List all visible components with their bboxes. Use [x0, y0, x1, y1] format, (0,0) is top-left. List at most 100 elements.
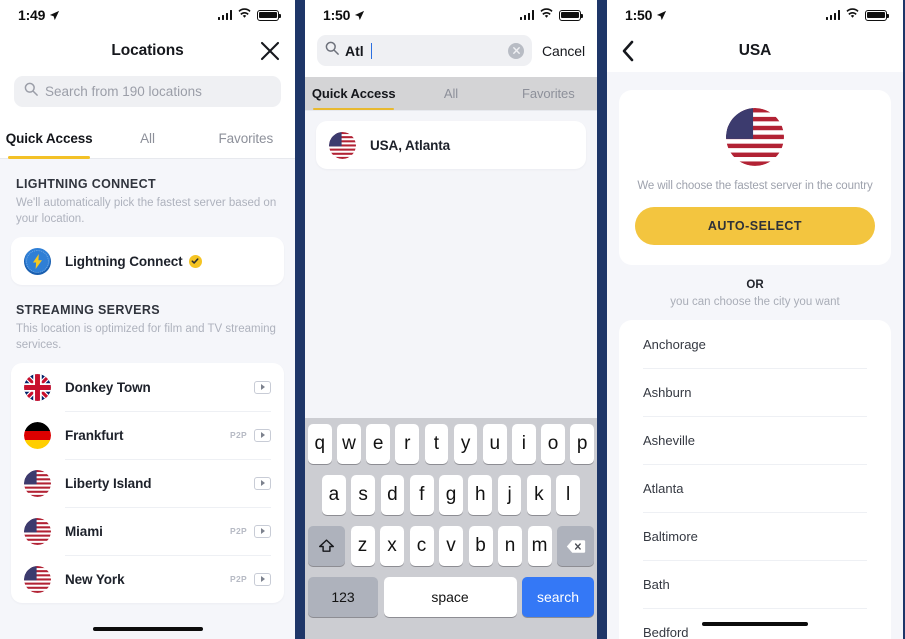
flag-us-icon: [24, 469, 51, 497]
list-item-city[interactable]: Asheville: [619, 416, 891, 464]
cellular-signal-icon: [519, 10, 534, 20]
battery-icon: [559, 9, 583, 21]
list-item-city[interactable]: Baltimore: [619, 512, 891, 560]
key-search[interactable]: search: [522, 577, 594, 617]
battery-icon: [257, 9, 281, 21]
panel-divider: [597, 0, 607, 639]
key-s[interactable]: s: [351, 475, 376, 515]
key-w[interactable]: w: [337, 424, 361, 464]
status-time: 1:49: [18, 7, 46, 23]
list-item-label: USA, Atlanta: [370, 137, 451, 153]
auto-select-button[interactable]: AUTO-SELECT: [635, 207, 875, 245]
search-bar-left[interactable]: [14, 76, 281, 107]
status-left-group: 1:49: [18, 7, 60, 23]
search-bar-middle[interactable]: Atl: [317, 35, 533, 66]
streaming-play-icon[interactable]: [254, 380, 271, 394]
verified-check-icon: [188, 254, 202, 268]
key-h[interactable]: h: [468, 475, 493, 515]
key-space[interactable]: space: [383, 577, 517, 617]
key-j[interactable]: j: [497, 475, 522, 515]
table-row[interactable]: Liberty Island: [11, 459, 284, 507]
streaming-play-icon[interactable]: [254, 572, 271, 586]
key-x[interactable]: x: [380, 526, 404, 566]
status-bar-right: 1:50: [607, 0, 903, 30]
list-item-city[interactable]: Atlanta: [619, 464, 891, 512]
key-d[interactable]: d: [380, 475, 405, 515]
wifi-icon: [845, 6, 860, 24]
list-item-label: Lightning Connect: [65, 253, 183, 269]
tab-quick-access[interactable]: Quick Access: [0, 119, 98, 159]
flag-us-icon: [24, 565, 51, 593]
key-t[interactable]: t: [424, 424, 449, 464]
section-subtitle: This location is optimized for film and …: [16, 323, 276, 351]
tab-bar-middle: Quick Access All Favorites: [305, 77, 597, 111]
table-row[interactable]: New York P2P: [11, 555, 284, 603]
key-b[interactable]: b: [468, 526, 493, 566]
flag-us-icon: [726, 108, 784, 166]
tab-all[interactable]: All: [402, 77, 499, 110]
key-n[interactable]: n: [498, 526, 522, 566]
list-item-lightning-connect[interactable]: Lightning Connect: [11, 237, 284, 285]
key-k[interactable]: k: [526, 475, 551, 515]
key-m[interactable]: m: [527, 526, 552, 566]
or-label: OR: [746, 279, 764, 291]
table-row[interactable]: Donkey Town: [11, 363, 284, 411]
status-left-group: 1:50: [625, 7, 667, 23]
section-header-lightning: LIGHTNING CONNECT We'll automatically pi…: [0, 159, 295, 227]
key-e[interactable]: e: [366, 424, 390, 464]
key-f[interactable]: f: [409, 475, 434, 515]
key-z[interactable]: z: [350, 526, 375, 566]
key-i[interactable]: i: [512, 424, 536, 464]
table-cell-label: Donkey Town: [65, 379, 151, 395]
row-actions: [247, 476, 271, 490]
list-item-city[interactable]: Ashburn: [619, 368, 891, 416]
list-item-city[interactable]: Bath: [619, 560, 891, 608]
search-container-left: [0, 72, 295, 119]
section-title: STREAMING SERVERS: [16, 303, 160, 318]
tab-favorites[interactable]: Favorites: [500, 77, 597, 110]
section-subtitle: We'll automatically pick the fastest ser…: [16, 197, 277, 225]
screenshot-root: 1:49 Locations Search from 190 locations…: [0, 0, 905, 639]
panel-search-keyboard: 1:50 Atl Cancel Quick Access All Favorit…: [305, 0, 597, 639]
tab-favorites[interactable]: Favorites: [197, 119, 295, 158]
location-arrow-icon: [656, 10, 667, 21]
list-item[interactable]: USA, Atlanta: [316, 121, 586, 169]
keyboard-bottom-bar: [308, 628, 594, 639]
key-g[interactable]: g: [439, 475, 463, 515]
status-right-group: [825, 6, 889, 24]
search-result-card: USA, Atlanta: [316, 121, 586, 169]
status-time: 1:50: [625, 7, 653, 23]
key-l[interactable]: l: [556, 475, 581, 515]
backspace-icon[interactable]: [557, 526, 594, 566]
clear-circle-icon[interactable]: [508, 42, 525, 59]
key-q[interactable]: q: [307, 424, 332, 464]
table-row[interactable]: Frankfurt P2P: [11, 411, 284, 459]
search-input[interactable]: [45, 84, 271, 99]
key-p[interactable]: p: [570, 424, 595, 464]
key-o[interactable]: o: [541, 424, 565, 464]
keyboard-row-2: a s d f g h j k l: [308, 475, 594, 515]
keyboard-row-1: q w e r t y u i o p: [307, 424, 595, 464]
search-input-value[interactable]: Atl: [345, 43, 364, 59]
key-u[interactable]: u: [482, 424, 507, 464]
streaming-play-icon[interactable]: [254, 476, 271, 490]
key-r[interactable]: r: [395, 424, 420, 464]
chevron-left-icon[interactable]: [621, 40, 641, 62]
key-a[interactable]: a: [321, 475, 346, 515]
close-icon[interactable]: [259, 40, 281, 62]
cancel-button[interactable]: Cancel: [542, 43, 585, 59]
shift-arrow-icon[interactable]: [308, 526, 345, 566]
panel-country-detail: 1:50 USA We will choose the fastest serv…: [607, 0, 903, 639]
key-y[interactable]: y: [453, 424, 478, 464]
tab-all[interactable]: All: [98, 119, 196, 158]
streaming-play-icon[interactable]: [254, 428, 271, 442]
streaming-play-icon[interactable]: [254, 524, 271, 538]
key-v[interactable]: v: [439, 526, 463, 566]
panel-divider: [295, 0, 305, 639]
table-row[interactable]: Miami P2P: [11, 507, 284, 555]
tab-quick-access[interactable]: Quick Access: [305, 77, 402, 110]
panel-locations-list: 1:49 Locations Search from 190 locations…: [0, 0, 295, 639]
key-numbers[interactable]: 123: [308, 577, 378, 617]
list-item-city[interactable]: Anchorage: [619, 320, 891, 368]
key-c[interactable]: c: [409, 526, 434, 566]
